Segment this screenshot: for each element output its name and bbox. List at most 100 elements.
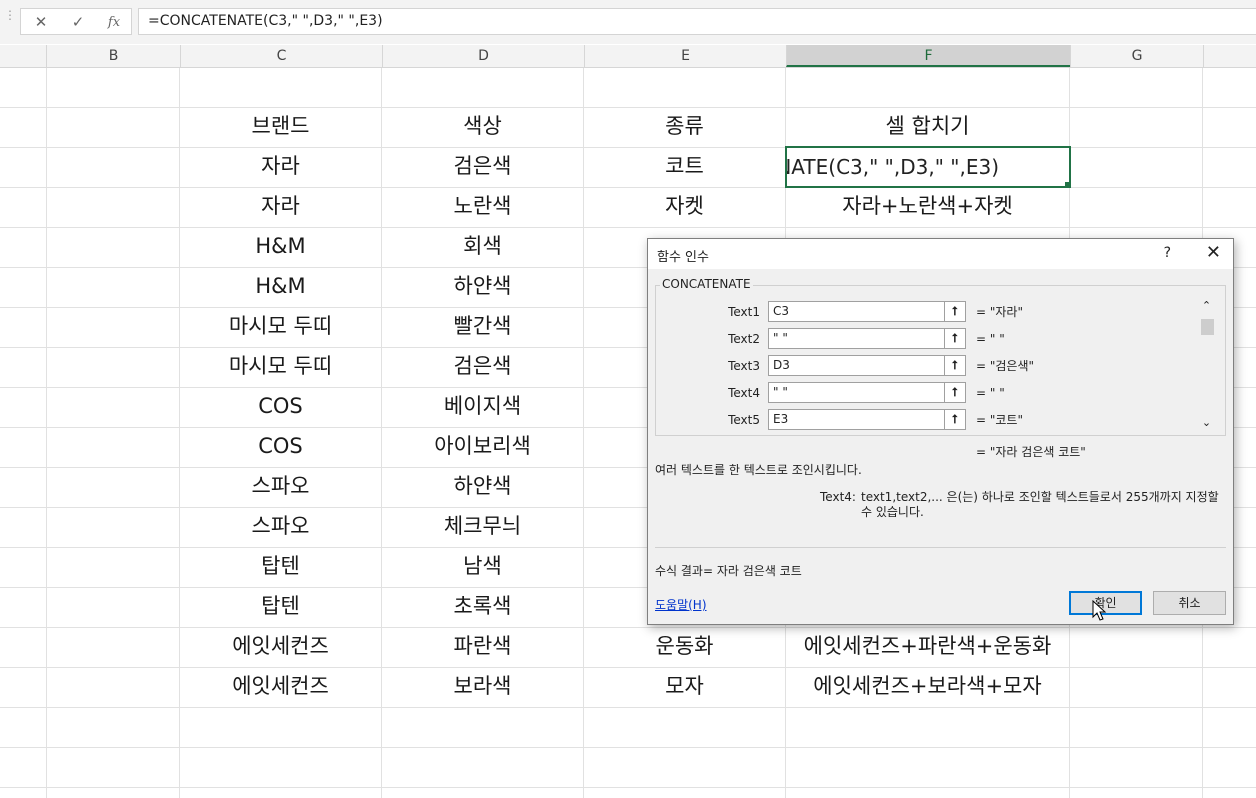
help-icon[interactable]: ? bbox=[1164, 245, 1171, 261]
header-kind[interactable]: 종류 bbox=[584, 106, 785, 146]
cell-color[interactable]: 검은색 bbox=[382, 346, 583, 386]
total-result: = "자라 검은색 코트" bbox=[976, 445, 1086, 459]
mouse-cursor-icon bbox=[1092, 600, 1107, 621]
enter-icon[interactable]: ✓ bbox=[63, 9, 93, 36]
arg-label: Text2 bbox=[728, 332, 760, 346]
cell-color[interactable]: 검은색 bbox=[382, 146, 583, 186]
insert-function-icon[interactable]: fx bbox=[99, 9, 129, 36]
argument-row: Text2 " " ⭡ = " " bbox=[648, 328, 1208, 350]
cell-color[interactable]: 베이지색 bbox=[382, 386, 583, 426]
cell-color[interactable]: 노란색 bbox=[382, 186, 583, 226]
cell-kind[interactable]: 자켓 bbox=[584, 186, 785, 226]
cell-brand[interactable]: H&M bbox=[180, 226, 381, 266]
function-name: CONCATENATE bbox=[660, 277, 753, 291]
cell-kind[interactable]: 코트 bbox=[584, 146, 785, 186]
cell-brand[interactable]: 탑텐 bbox=[180, 586, 381, 626]
cancel-icon[interactable]: ✕ bbox=[26, 9, 56, 36]
cell-color[interactable]: 빨간색 bbox=[382, 306, 583, 346]
arg-result: = "자라" bbox=[976, 305, 1023, 319]
arg-label: Text3 bbox=[728, 359, 760, 373]
active-cell[interactable]: ENATE(C3," ",D3," ",E3) bbox=[785, 146, 1071, 188]
column-header-d[interactable]: D bbox=[382, 45, 584, 67]
argument-description-label: Text4: bbox=[820, 490, 856, 504]
cell-kind[interactable]: 운동화 bbox=[584, 626, 785, 666]
header-merge[interactable]: 셀 합치기 bbox=[786, 106, 1069, 146]
cell-brand[interactable]: 에잇세컨즈 bbox=[180, 666, 381, 706]
arg-label: Text1 bbox=[728, 305, 760, 319]
cell-brand[interactable]: 자라 bbox=[180, 146, 381, 186]
cancel-button[interactable]: 취소 bbox=[1153, 591, 1226, 615]
cell-color[interactable]: 초록색 bbox=[382, 586, 583, 626]
drag-handle[interactable]: ⋮ bbox=[4, 9, 16, 30]
collapse-ref-icon[interactable]: ⭡ bbox=[944, 301, 966, 322]
cell-color[interactable]: 하얀색 bbox=[382, 266, 583, 306]
arg-input[interactable]: D3 bbox=[768, 355, 945, 376]
scroll-thumb[interactable] bbox=[1201, 319, 1214, 335]
cell-brand[interactable]: 마시모 두띠 bbox=[180, 346, 381, 386]
arg-label: Text4 bbox=[728, 386, 760, 400]
header-brand[interactable]: 브랜드 bbox=[180, 106, 381, 146]
argument-row: Text4 " " ⭡ = " " bbox=[648, 382, 1208, 404]
dialog-titlebar[interactable]: 함수 인수 ? ✕ bbox=[648, 239, 1233, 269]
arg-result: = " " bbox=[976, 386, 1005, 400]
scroll-up-icon[interactable]: ⌃ bbox=[1199, 299, 1214, 312]
column-header-g[interactable]: G bbox=[1070, 45, 1203, 67]
cell-brand[interactable]: 마시모 두띠 bbox=[180, 306, 381, 346]
collapse-ref-icon[interactable]: ⭡ bbox=[944, 409, 966, 430]
arg-input[interactable]: " " bbox=[768, 382, 945, 403]
arg-input[interactable]: E3 bbox=[768, 409, 945, 430]
cell-color[interactable]: 체크무늬 bbox=[382, 506, 583, 546]
active-cell-text: ENATE(C3," ",D3," ",E3) bbox=[785, 155, 999, 179]
arg-label: Text5 bbox=[728, 413, 760, 427]
collapse-ref-icon[interactable]: ⭡ bbox=[944, 355, 966, 376]
cell-color[interactable]: 회색 bbox=[382, 226, 583, 266]
argument-row: Text3 D3 ⭡ = "검은색" bbox=[648, 355, 1208, 377]
cell-brand[interactable]: 스파오 bbox=[180, 466, 381, 506]
collapse-ref-icon[interactable]: ⭡ bbox=[944, 382, 966, 403]
fill-handle[interactable] bbox=[1064, 181, 1069, 186]
cell-color[interactable]: 보라색 bbox=[382, 666, 583, 706]
cell-brand[interactable]: 스파오 bbox=[180, 506, 381, 546]
column-header-bar: B C D E F G bbox=[0, 45, 1256, 68]
column-header-f[interactable]: F bbox=[786, 45, 1070, 67]
dialog-title: 함수 인수 bbox=[657, 250, 709, 265]
formula-buttons: ✕ ✓ fx bbox=[20, 8, 132, 35]
arguments-scrollbar[interactable]: ⌃ ⌄ bbox=[1199, 299, 1214, 429]
cell-brand[interactable]: COS bbox=[180, 426, 381, 466]
arg-input[interactable]: " " bbox=[768, 328, 945, 349]
cell-merged[interactable]: 에잇세컨즈+파란색+운동화 bbox=[786, 626, 1069, 666]
formula-input[interactable]: =CONCATENATE(C3," ",D3," ",E3) bbox=[138, 8, 1256, 35]
cell-color[interactable]: 파란색 bbox=[382, 626, 583, 666]
cell-brand[interactable]: 탑텐 bbox=[180, 546, 381, 586]
arg-result: = "코트" bbox=[976, 413, 1023, 427]
cell-brand[interactable]: 에잇세컨즈 bbox=[180, 626, 381, 666]
cell-brand[interactable]: 자라 bbox=[180, 186, 381, 226]
collapse-ref-icon[interactable]: ⭡ bbox=[944, 328, 966, 349]
divider bbox=[655, 547, 1226, 548]
help-link[interactable]: 도움말(H) bbox=[655, 596, 707, 613]
cell-brand[interactable]: COS bbox=[180, 386, 381, 426]
column-header-e[interactable]: E bbox=[584, 45, 786, 67]
column-header-b[interactable]: B bbox=[46, 45, 180, 67]
cell-color[interactable]: 남색 bbox=[382, 546, 583, 586]
scroll-down-icon[interactable]: ⌄ bbox=[1199, 416, 1214, 429]
column-header-h[interactable] bbox=[1203, 45, 1256, 67]
arg-result: = " " bbox=[976, 332, 1005, 346]
close-icon[interactable]: ✕ bbox=[1206, 242, 1221, 263]
cell-merged[interactable]: 에잇세컨즈+보라색+모자 bbox=[786, 666, 1069, 706]
arg-input[interactable]: C3 bbox=[768, 301, 945, 322]
header-color[interactable]: 색상 bbox=[382, 106, 583, 146]
formula-bar: ⋮ ✕ ✓ fx =CONCATENATE(C3," ",D3," ",E3) bbox=[0, 0, 1256, 44]
cell-kind[interactable]: 모자 bbox=[584, 666, 785, 706]
column-header-c[interactable]: C bbox=[180, 45, 382, 67]
cell-merged[interactable]: 자라+노란색+자켓 bbox=[786, 186, 1069, 226]
argument-row: Text5 E3 ⭡ = "코트" bbox=[648, 409, 1208, 431]
cell-color[interactable]: 하얀색 bbox=[382, 466, 583, 506]
argument-row: Text1 C3 ⭡ = "자라" bbox=[648, 301, 1208, 323]
cell-brand[interactable]: H&M bbox=[180, 266, 381, 306]
cell-color[interactable]: 아이보리색 bbox=[382, 426, 583, 466]
arg-result: = "검은색" bbox=[976, 359, 1035, 373]
formula-result: 수식 결과= 자라 검은색 코트 bbox=[655, 564, 802, 578]
argument-description: text1,text2,... 은(는) 하나로 조인할 텍스트들로서 255개… bbox=[861, 490, 1219, 519]
function-description: 여러 텍스트를 한 텍스트로 조인시킵니다. bbox=[655, 463, 862, 477]
